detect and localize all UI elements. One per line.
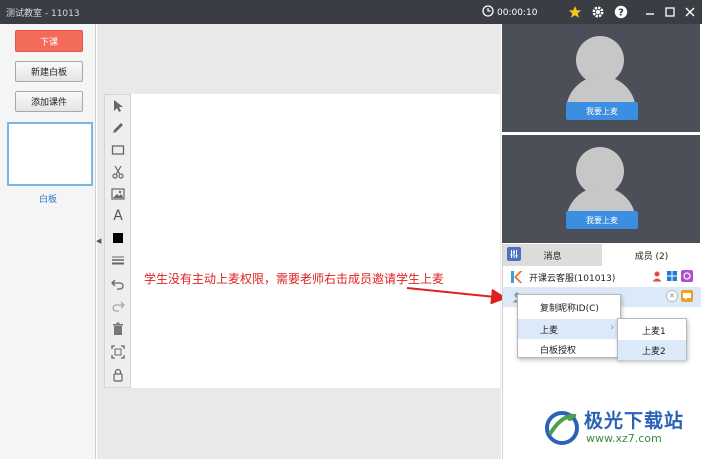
whiteboard-canvas[interactable] — [131, 94, 500, 388]
menu-copy-nickname[interactable]: 复制昵称ID(C) — [518, 297, 620, 317]
menu-whiteboard-auth[interactable]: 白板授权 — [518, 339, 620, 359]
submenu-mic-2[interactable]: 上麦2 — [618, 340, 686, 360]
annotation-arrow-icon — [406, 287, 507, 304]
annotation-text: 学生没有主动上麦权限，需要老师右击成员邀请学生上麦 — [144, 272, 445, 286]
submenu-arrow-icon: › — [610, 323, 614, 333]
clock-icon — [482, 5, 494, 20]
tab-members[interactable]: 成员 (2) — [602, 244, 701, 266]
video-slot-2: 我要上麦 — [502, 135, 700, 243]
lock-icon[interactable] — [109, 366, 127, 384]
close-icon[interactable] — [682, 4, 698, 20]
star-icon[interactable] — [567, 4, 583, 20]
watermark-url: www.xz7.com — [586, 432, 662, 445]
mic-submenu: 上麦1 上麦2 — [617, 318, 687, 360]
watermark-logo-icon — [545, 411, 579, 445]
trash-icon[interactable] — [109, 320, 127, 338]
panel-tabs: 消息 成员 (2) — [503, 244, 701, 266]
chat-orange-icon — [681, 290, 693, 302]
whiteboard-thumbnail-label[interactable]: 白板 — [0, 192, 96, 205]
submenu-mic-1[interactable]: 上麦1 — [618, 320, 686, 340]
menu-mic-up-label: 上麦 — [540, 325, 559, 336]
gear-icon[interactable] — [590, 4, 606, 20]
fullscreen-icon[interactable] — [109, 343, 127, 361]
svg-text:?: ? — [618, 8, 624, 19]
maximize-icon[interactable] — [662, 4, 678, 20]
pointer-icon[interactable] — [109, 97, 127, 115]
rectangle-icon[interactable] — [109, 141, 127, 159]
whiteboard-thumbnail[interactable] — [7, 122, 93, 186]
color-swatch[interactable] — [109, 229, 127, 247]
minimize-icon[interactable] — [642, 4, 658, 20]
member-context-menu: 复制昵称ID(C) 上麦 › 白板授权 — [517, 294, 621, 358]
class-timer: 00:00:10 — [482, 5, 537, 20]
end-class-button[interactable]: 下课 — [15, 30, 83, 52]
text-icon[interactable]: A — [109, 207, 127, 225]
tab-members-label: 成员 (2) — [634, 251, 669, 262]
k-logo-icon — [509, 270, 523, 284]
x-circle-icon[interactable]: ✕ — [666, 290, 678, 302]
user-red-icon — [651, 270, 663, 282]
tab-messages-label: 消息 — [543, 251, 562, 262]
video-slot-1: 我要上麦 — [502, 24, 700, 132]
help-icon[interactable]: ? — [613, 4, 629, 20]
left-panel: 下课 新建白板 添加课件 白板 — [0, 24, 96, 459]
purple-badge-icon — [681, 270, 693, 282]
scissors-icon[interactable] — [109, 163, 127, 181]
member-name-1: 开课云客服(101013) — [529, 273, 616, 284]
member-badges — [651, 270, 693, 282]
watermark-title: 极光下载站 — [584, 410, 685, 432]
windows-icon — [666, 270, 678, 282]
timer-value: 00:00:10 — [497, 7, 538, 18]
settings-sliders-icon[interactable] — [507, 247, 521, 261]
add-courseware-button[interactable]: 添加课件 — [15, 91, 83, 112]
menu-mic-up[interactable]: 上麦 › — [518, 319, 620, 339]
window-title: 测试教室 - 11013 — [6, 9, 80, 19]
drawing-toolbar: A — [104, 94, 131, 388]
request-mic-button-1[interactable]: 我要上麦 — [566, 102, 638, 120]
watermark: 极光下载站 www.xz7.com — [542, 404, 696, 452]
undo-icon[interactable] — [109, 275, 127, 293]
request-mic-button-2[interactable]: 我要上麦 — [566, 211, 638, 229]
collapse-arrow-icon[interactable]: ◀ — [96, 237, 101, 245]
member-row-1[interactable]: 开课云客服(101013) — [503, 267, 701, 287]
line-width-icon[interactable] — [109, 251, 127, 269]
title-bar: 测试教室 - 11013 00:00:10 ? — [0, 0, 702, 24]
member-badges-2: ✕ — [666, 290, 693, 302]
redo-icon[interactable] — [109, 297, 127, 315]
tab-messages[interactable]: 消息 — [503, 244, 602, 266]
new-whiteboard-button[interactable]: 新建白板 — [15, 61, 83, 82]
image-icon[interactable] — [109, 185, 127, 203]
pen-icon[interactable] — [109, 119, 127, 137]
